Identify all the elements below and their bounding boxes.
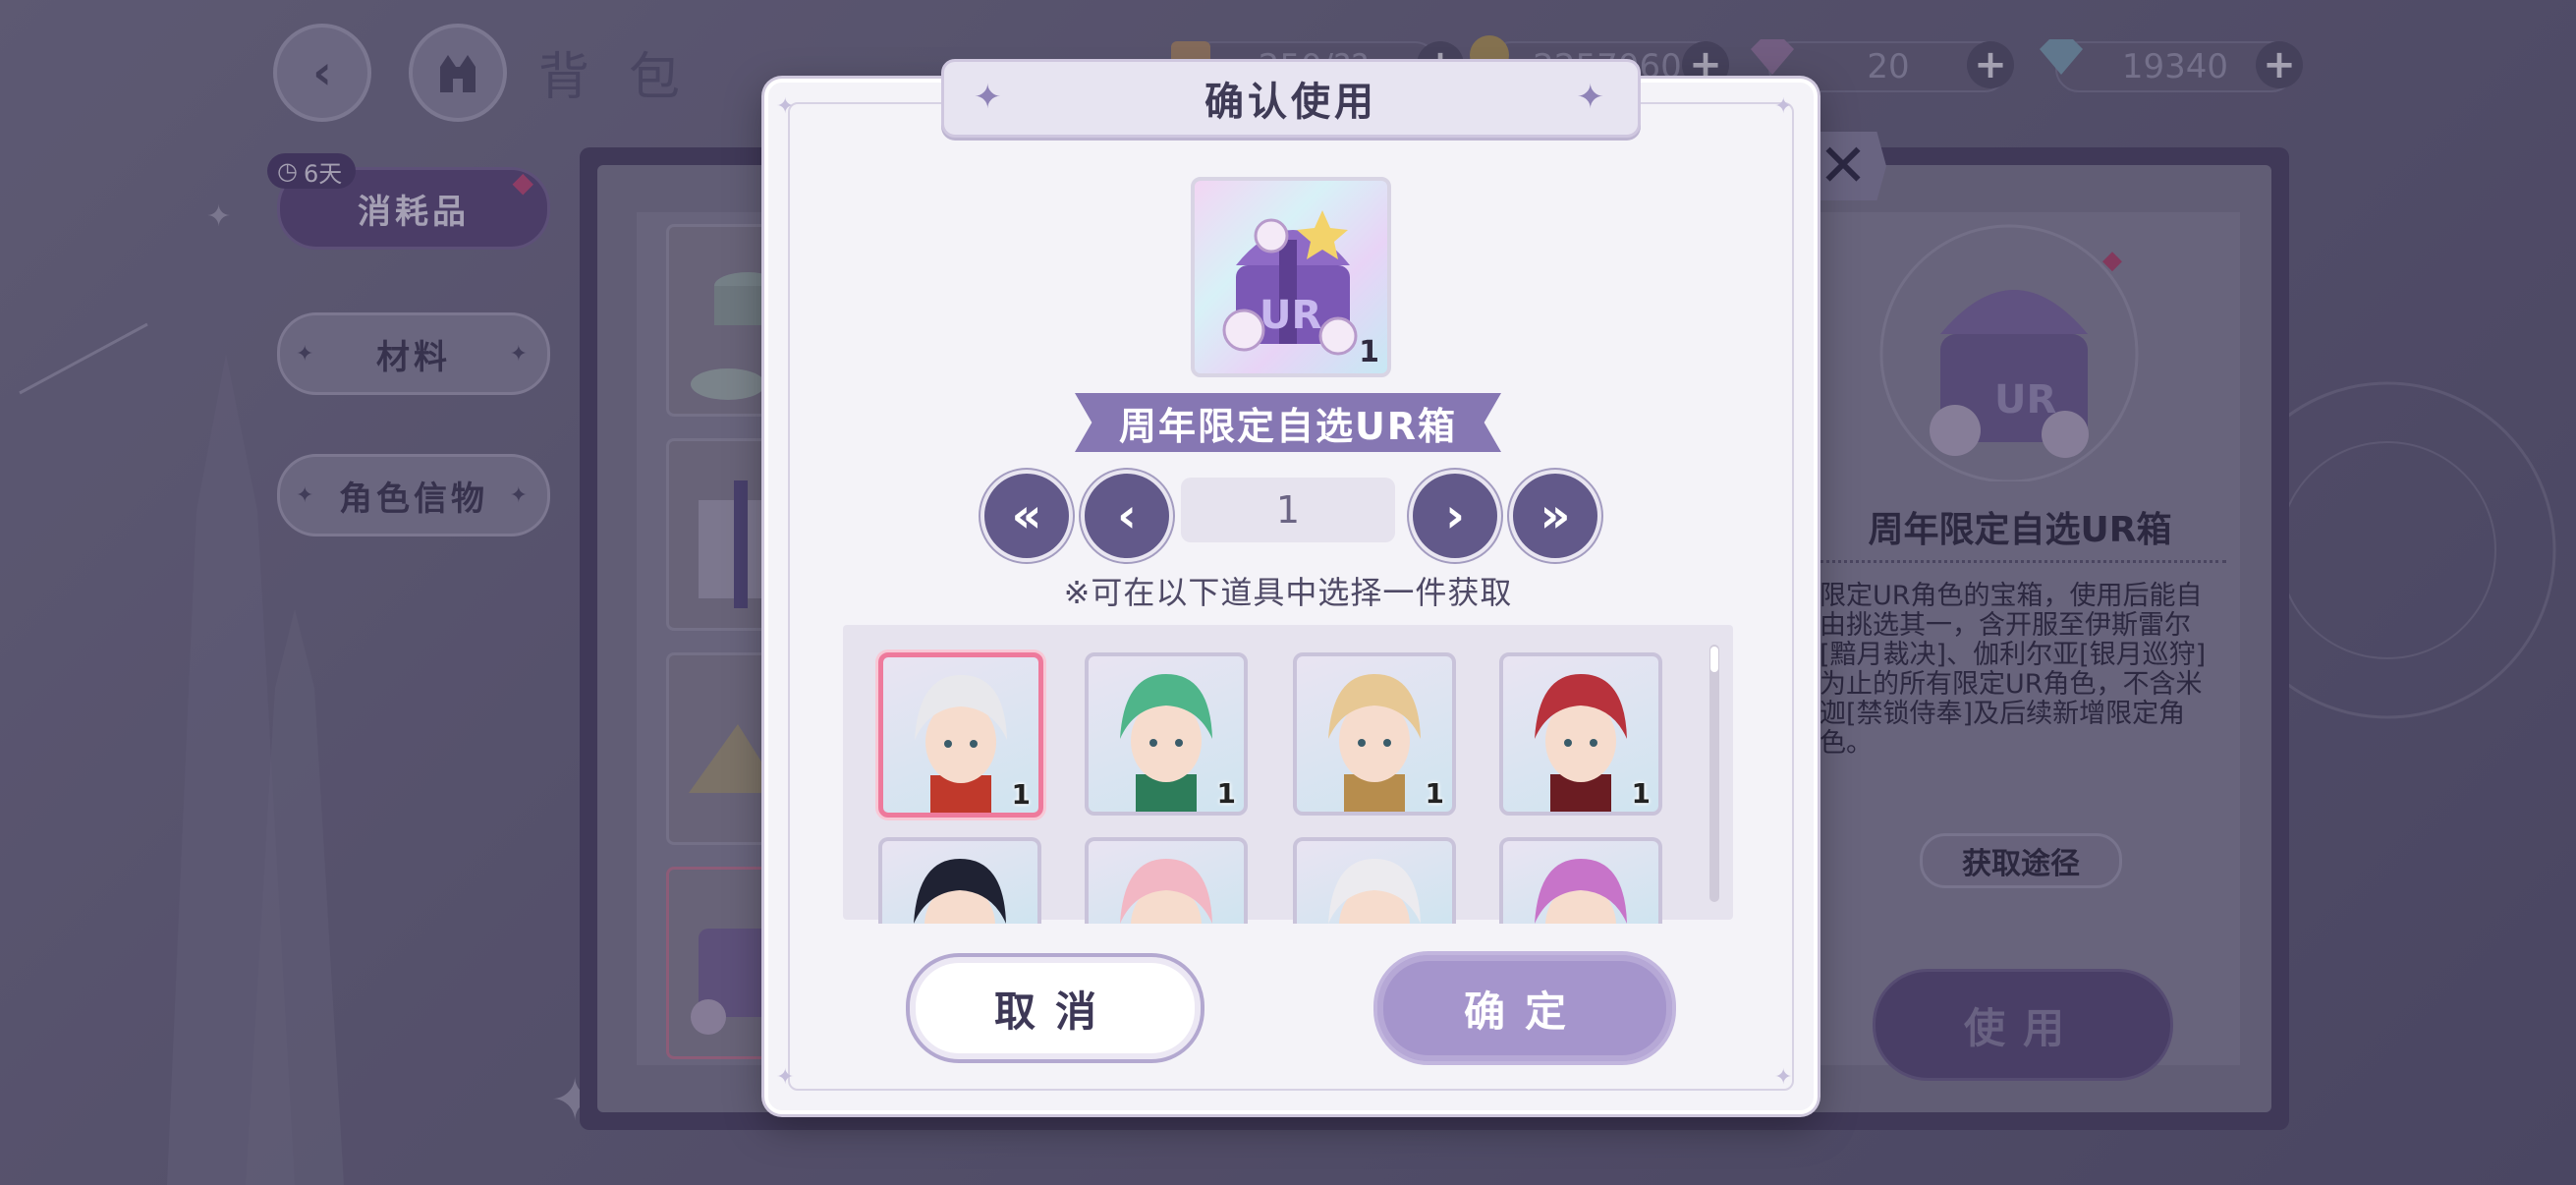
character-portrait <box>1328 859 1421 924</box>
selection-hint: ※可在以下道具中选择一件获取 <box>1063 574 1513 611</box>
qty-max-button[interactable]: » <box>1509 470 1601 562</box>
option-quantity: 1 <box>1425 777 1444 810</box>
character-portrait <box>914 859 1006 924</box>
cancel-button[interactable]: 取消 <box>906 953 1204 1063</box>
star-icon: ✦ <box>1576 78 1608 117</box>
quantity-input[interactable]: 1 <box>1181 478 1395 542</box>
character-option[interactable] <box>1499 837 1662 924</box>
dialog-title: 确认使用 <box>1204 80 1377 125</box>
grid-scrollbar[interactable] <box>1709 645 1719 902</box>
item-icon: UR 1 <box>1191 177 1391 377</box>
item-name: 周年限定自选UR箱 <box>1075 393 1501 452</box>
double-chevron-right-icon: » <box>1540 488 1571 543</box>
option-quantity: 1 <box>1216 777 1236 810</box>
character-option[interactable] <box>1293 837 1456 924</box>
option-quantity: 1 <box>1631 777 1651 810</box>
character-option-selected[interactable]: 1 <box>878 652 1043 818</box>
grid-scroll-thumb[interactable] <box>1710 647 1718 672</box>
star-icon: ✦ <box>974 78 1006 117</box>
character-option[interactable]: 1 <box>1499 652 1662 816</box>
character-portrait <box>1120 859 1212 924</box>
item-quantity: 1 <box>1359 335 1379 369</box>
dialog-title-bar: ✦ 确认使用 ✦ <box>941 59 1641 138</box>
qty-decrease-button[interactable]: ‹ <box>1081 470 1173 562</box>
character-option[interactable]: 1 <box>1085 652 1248 816</box>
chevron-left-icon: ‹ <box>1117 488 1137 543</box>
chevron-right-icon: › <box>1445 488 1465 543</box>
qty-increase-button[interactable]: › <box>1409 470 1501 562</box>
character-option[interactable] <box>878 837 1041 924</box>
character-option[interactable]: 1 <box>1293 652 1456 816</box>
double-chevron-left-icon: « <box>1011 488 1042 543</box>
corner-star-icon: ✦ <box>1774 94 1793 119</box>
character-option[interactable] <box>1085 837 1248 924</box>
qty-min-button[interactable]: « <box>980 470 1073 562</box>
character-portrait <box>1535 859 1627 924</box>
corner-star-icon: ✦ <box>776 1065 795 1090</box>
option-quantity: 1 <box>1011 778 1031 811</box>
svg-text:UR: UR <box>1260 293 1321 338</box>
corner-star-icon: ✦ <box>776 94 795 119</box>
confirm-button[interactable]: 确定 <box>1373 951 1676 1065</box>
corner-star-icon: ✦ <box>1774 1065 1793 1090</box>
